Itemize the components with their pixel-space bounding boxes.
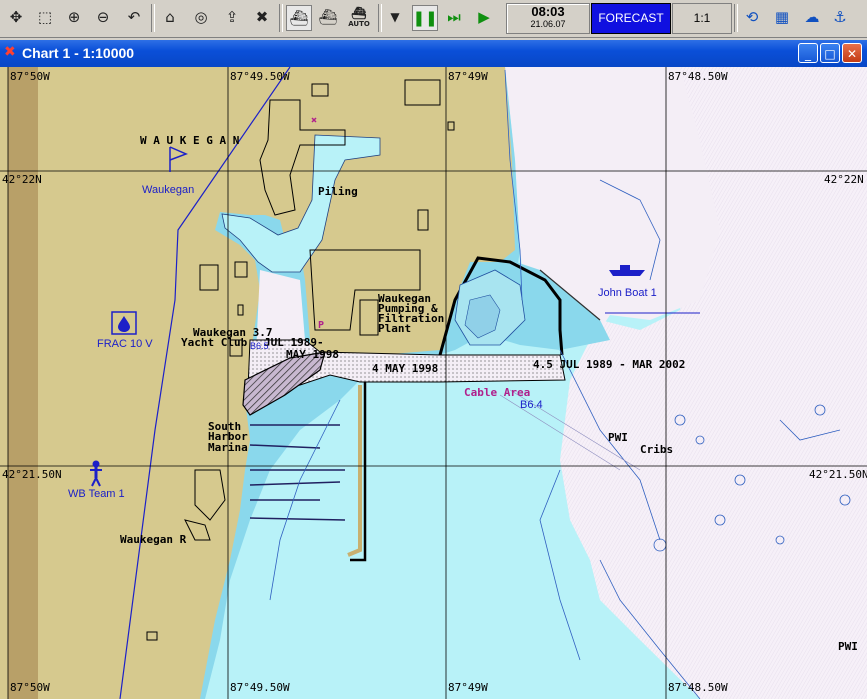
south-harbor-3: Marina [208,441,248,454]
toolbar-separator [378,4,382,32]
lat-label-left-2: 42°21.50N [2,468,62,481]
frac-target-label[interactable]: FRAC 10 V [97,338,153,350]
pan-icon[interactable]: ✥ [4,5,28,29]
land-border-strip [8,67,38,699]
pwi-label: PWI [608,431,628,444]
pumping-label-4: Plant [378,322,411,335]
yacht-label-2: Yacht Club [181,336,248,349]
undo-icon[interactable]: ↶ [122,5,146,29]
maximize-button[interactable]: □ [820,43,840,63]
lat-label-left-1: 42°22N [2,173,42,186]
close-button[interactable]: ✕ [842,43,862,63]
stop-icon[interactable]: ▼ [383,5,407,29]
depth-may-label: 4 MAY 1998 [372,362,438,375]
date-value: 21.06.07 [530,19,566,29]
play-icon[interactable]: ▶ [472,5,496,29]
lon-label-bottom-3: 87°49W [448,681,488,694]
ship-up-icon[interactable]: ⛴ [286,5,312,31]
lon-label-bottom-1: 87°50W [10,681,50,694]
auto-ship-icon: ⛴ [351,6,367,20]
lon-label-bottom-2: 87°49.50W [230,681,290,694]
waukegan-flag-label: Waukegan [142,184,194,196]
yacht-label-4: MAY 1998 [286,348,339,361]
auto-ship-button[interactable]: ⛴ AUTO [345,5,373,29]
piling-label: Piling [318,185,358,198]
lon-label-3: 87°49W [448,70,488,83]
b-marker-label: B6.5 [250,341,269,351]
zoom-in-icon[interactable]: ⊕ [62,5,86,29]
pause-icon[interactable]: ❚❚ [412,5,438,31]
cable-code-label: B6.4 [520,399,543,411]
chart-app-icon: ✖ [4,44,16,60]
route-icon[interactable]: ⌂ [158,5,182,29]
toolbar-separator [151,4,155,32]
nautical-chart[interactable]: 87°50W 87°49.50W 87°49W 87°48.50W 87°50W… [0,67,867,699]
import-icon[interactable]: ⇪ [220,5,244,29]
scale-display[interactable]: 1:1 [672,3,732,34]
chart-canvas[interactable]: 87°50W 87°49.50W 87°49W 87°48.50W 87°50W… [0,67,867,699]
target-icon[interactable]: ◎ [189,5,213,29]
auto-label: AUTO [348,20,370,28]
chart-window-titlebar[interactable]: ✖ Chart 1 - 1:10000 _ □ ✕ [0,40,867,67]
lat-label-right-2: 42°21.50N [809,468,867,481]
window-title: Chart 1 - 1:10000 [22,45,135,61]
zoom-out-icon[interactable]: ⊖ [91,5,115,29]
lon-label-4: 87°48.50W [668,70,728,83]
clock-display: 08:03 21.06.07 [506,3,590,34]
waukegan-r-label: Waukegan R [120,533,187,546]
cribs-label: Cribs [640,443,673,456]
fast-forward-icon[interactable]: ⏭ [442,5,466,29]
lon-label-bottom-4: 87°48.50W [668,681,728,694]
depth-jul-label: 4.5 JUL 1989 - MAR 2002 [533,358,685,371]
lat-label-right-1: 42°22N [824,173,864,186]
john-boat-label[interactable]: John Boat 1 [598,287,657,299]
toolbar-separator [279,4,283,32]
route-tool-icon[interactable]: ⚓ [828,5,852,29]
ship-mode-icon[interactable]: ⛴ [316,5,340,29]
pwi-bottom-label: PWI [838,640,858,653]
weather-icon[interactable]: ☁ [800,5,824,29]
p-marker-label: P [318,320,324,331]
lon-label-1: 87°50W [10,70,50,83]
lon-label-2: 87°49.50W [230,70,290,83]
erase-icon[interactable]: ✖ [250,5,274,29]
forecast-button[interactable]: FORECAST [591,3,671,34]
main-toolbar: ✥ ⬚ ⊕ ⊖ ↶ ⌂ ◎ ⇪ ✖ ⛴ ⛴ ⛴ AUTO ▼ ❚❚ ⏭ ▶ 08… [0,0,867,38]
toolbar-separator [734,4,738,32]
wb-team-label[interactable]: WB Team 1 [68,488,125,500]
cable-area-label: Cable Area [464,386,530,399]
zoom-window-icon[interactable]: ⬚ [33,5,57,29]
town-heading: W A U K E G A N [140,134,239,147]
time-value: 08:03 [531,4,565,19]
sync-icon[interactable]: ⟲ [740,5,764,29]
graph-icon[interactable]: ▦ [770,5,794,29]
minimize-button[interactable]: _ [798,43,818,63]
